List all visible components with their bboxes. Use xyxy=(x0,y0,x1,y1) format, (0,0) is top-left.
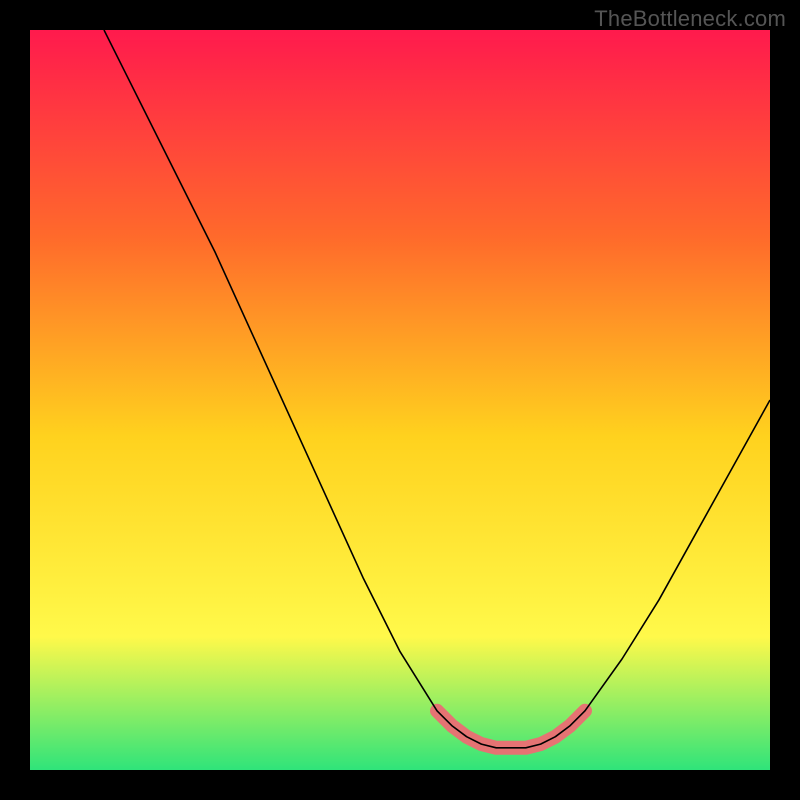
gradient-background xyxy=(30,30,770,770)
plot-area xyxy=(30,30,770,770)
chart-frame: TheBottleneck.com xyxy=(0,0,800,800)
chart-svg xyxy=(30,30,770,770)
watermark-text: TheBottleneck.com xyxy=(594,6,786,32)
